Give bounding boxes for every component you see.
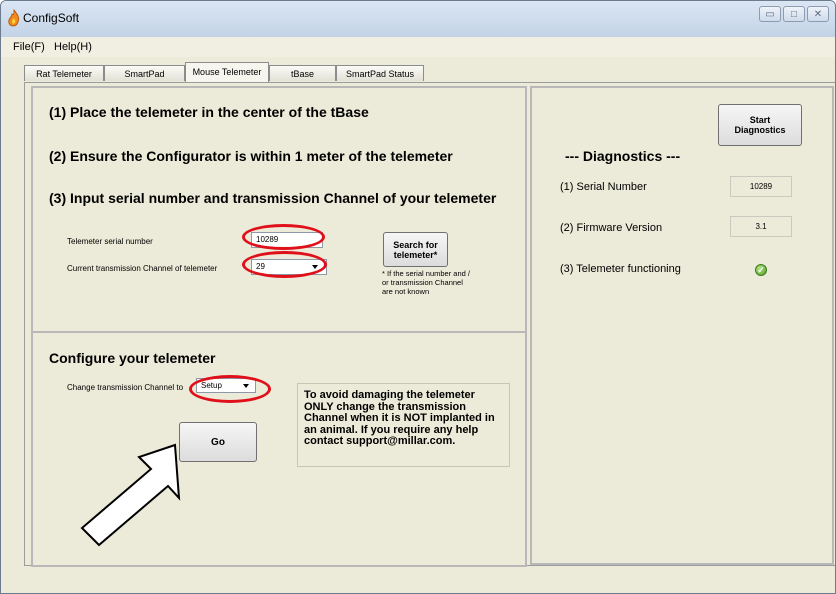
instructions-panel: (1) Place the telemeter in the center of…: [31, 86, 527, 333]
go-button[interactable]: Go: [179, 422, 257, 462]
change-channel-label: Change transmission Channel to: [67, 383, 184, 392]
arrow-annotation-icon: [80, 443, 181, 547]
start-diagnostics-line2: Diagnostics: [734, 125, 786, 135]
window-title: ConfigSoft: [23, 11, 80, 25]
warning-text: To avoid damaging the telemeter ONLY cha…: [304, 389, 495, 447]
channel-select-value: 29: [256, 262, 265, 271]
menu-help[interactable]: Help(H): [54, 41, 92, 53]
configure-heading: Configure your telemeter: [49, 350, 216, 366]
serial-number-label: Telemeter serial number: [67, 237, 153, 246]
app-window: ConfigSoft ▭ □ ✕ File(F) Help(H) Rat Tel…: [0, 0, 836, 594]
search-button-line1: Search for: [393, 239, 438, 250]
check-icon: ✓: [755, 264, 767, 276]
maximize-button[interactable]: □: [783, 6, 805, 22]
menu-bar: File(F) Help(H): [1, 37, 835, 57]
tab-smartpad-status[interactable]: SmartPad Status: [336, 65, 424, 81]
menu-file[interactable]: File(F): [13, 41, 45, 53]
tab-rat-telemeter[interactable]: Rat Telemeter: [24, 65, 104, 81]
channel-select[interactable]: 29: [251, 259, 327, 275]
chevron-down-icon: [243, 384, 249, 388]
diag-firmware-value: 3.1: [730, 216, 792, 237]
go-button-label: Go: [211, 436, 225, 448]
diagnostics-title: --- Diagnostics ---: [565, 148, 681, 164]
close-button[interactable]: ✕: [807, 6, 829, 22]
diag-firmware-label: (2) Firmware Version: [560, 222, 663, 234]
chevron-down-icon: [312, 265, 318, 269]
app-flame-icon: [8, 9, 20, 27]
tab-tbase[interactable]: tBase: [269, 65, 336, 81]
window-controls: ▭ □ ✕: [757, 6, 829, 24]
tab-mouse-telemeter[interactable]: Mouse Telemeter: [185, 62, 269, 82]
instruction-step-2: (2) Ensure the Configurator is within 1 …: [49, 148, 453, 164]
diag-functioning-label: (3) Telemeter functioning: [560, 263, 681, 275]
serial-number-input[interactable]: 10289: [251, 232, 323, 248]
change-channel-value: Setup: [201, 381, 222, 390]
channel-label: Current transmission Channel of telemete…: [67, 264, 218, 273]
start-diagnostics-button[interactable]: Start Diagnostics: [718, 104, 802, 146]
instruction-step-3: (3) Input serial number and transmission…: [49, 190, 497, 206]
minimize-button[interactable]: ▭: [759, 6, 781, 22]
tab-smartpad[interactable]: SmartPad: [104, 65, 185, 81]
warning-box: To avoid damaging the telemeter ONLY cha…: [297, 383, 510, 467]
search-telemeter-button[interactable]: Search for telemeter*: [383, 232, 448, 267]
search-button-line2: telemeter*: [393, 249, 438, 260]
start-diagnostics-line1: Start: [749, 115, 771, 125]
diagnostics-panel: --- Diagnostics --- Start Diagnostics (1…: [530, 86, 834, 565]
instruction-step-1: (1) Place the telemeter in the center of…: [49, 104, 369, 120]
change-channel-select[interactable]: Setup: [196, 378, 256, 393]
search-note: * If the serial number and / or transmis…: [382, 269, 470, 296]
diag-serial-value: 10289: [730, 176, 792, 197]
title-bar: ConfigSoft ▭ □ ✕: [1, 1, 835, 37]
diag-serial-label: (1) Serial Number: [560, 181, 647, 193]
